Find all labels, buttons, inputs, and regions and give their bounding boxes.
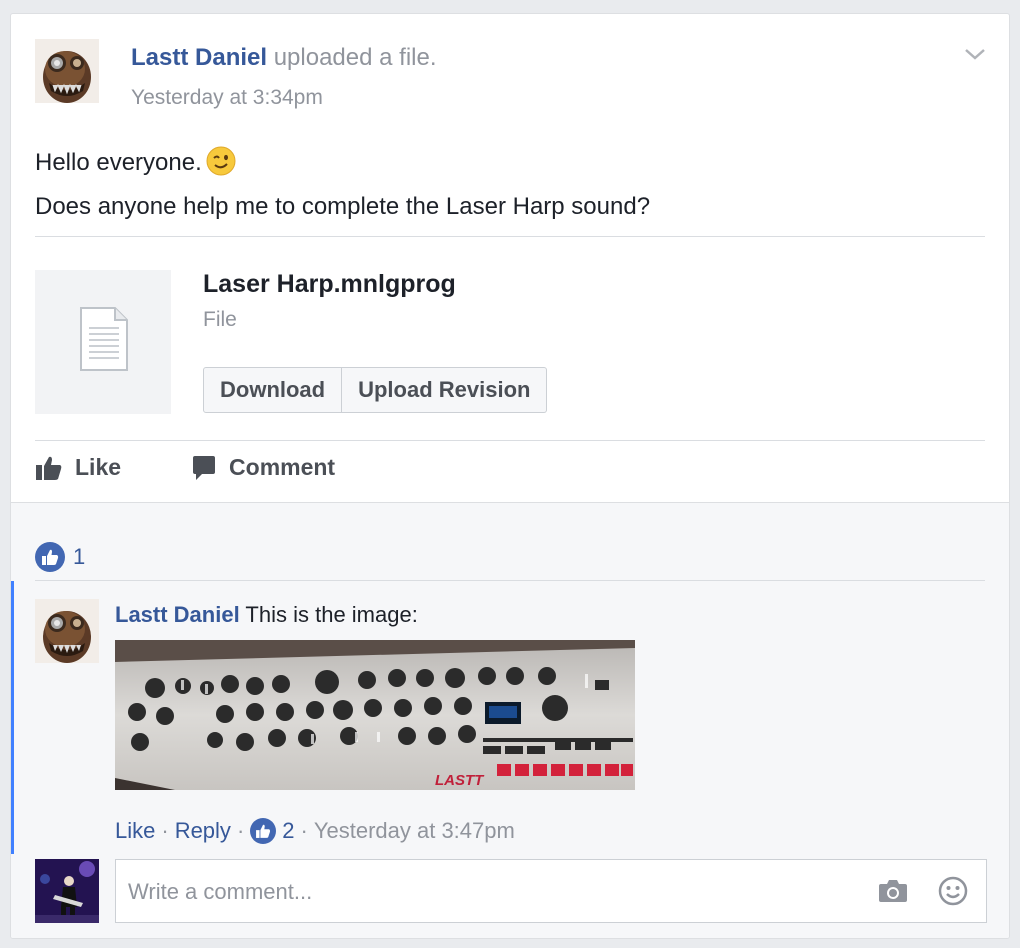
- comment-bubble-icon: [193, 455, 216, 480]
- post-text-line2: Does anyone help me to complete the Lase…: [35, 193, 651, 220]
- post-text: Hello everyone. Does anyone help me to c…: [35, 144, 650, 226]
- meta-separator: ·: [300, 818, 308, 843]
- comment-like-link[interactable]: Like: [115, 818, 155, 844]
- wink-emoji-icon: [206, 146, 236, 188]
- comment-author-name[interactable]: Lastt Daniel: [115, 602, 240, 627]
- like-reaction-icon: [250, 818, 277, 844]
- post-text-line1: Hello everyone.: [35, 149, 202, 176]
- comment-meta: Like · Reply · 2 · Yesterday at 3:47pm: [115, 818, 515, 844]
- post-actions: Like Comment: [35, 454, 335, 481]
- post-header: Lastt Daniel uploaded a file.: [131, 44, 437, 72]
- comment-author-avatar[interactable]: [35, 599, 99, 663]
- comment-highlight-bar: [11, 581, 14, 854]
- comments-divider: [35, 580, 985, 581]
- current-user-avatar[interactable]: [35, 859, 99, 923]
- comment-composer: [115, 859, 987, 924]
- comment-body: Lastt Daniel This is the image:: [115, 602, 418, 628]
- file-type: File: [203, 308, 237, 331]
- download-button[interactable]: Download: [203, 367, 343, 413]
- like-button[interactable]: Like: [35, 454, 121, 481]
- chevron-down-icon[interactable]: [963, 44, 987, 64]
- meta-separator: ·: [161, 818, 169, 843]
- actions-divider: [35, 440, 985, 441]
- comment-image-watermark: LASTT: [435, 772, 485, 789]
- post-card: Lastt Daniel uploaded a file. Yesterday …: [10, 13, 1010, 939]
- reactions-summary[interactable]: 1: [35, 542, 85, 572]
- comment-label: Comment: [229, 454, 336, 480]
- like-reaction-icon: [35, 542, 65, 572]
- file-button-group: Download Upload Revision: [203, 367, 548, 413]
- thumbs-up-icon: [36, 456, 62, 480]
- file-name[interactable]: Laser Harp.mnlgprog: [203, 270, 456, 299]
- smile-icon[interactable]: [938, 876, 968, 911]
- comment-like-count[interactable]: 2: [282, 818, 294, 844]
- upload-revision-button[interactable]: Upload Revision: [342, 367, 548, 413]
- meta-separator: ·: [236, 818, 245, 843]
- post-timestamp[interactable]: Yesterday at 3:34pm: [131, 86, 323, 110]
- comment-input[interactable]: [126, 860, 830, 924]
- comment-reply-link[interactable]: Reply: [175, 818, 231, 844]
- comment-image-synth[interactable]: LASTT: [115, 640, 635, 790]
- file-icon: [80, 307, 128, 371]
- post-divider: [35, 236, 985, 237]
- post-action-text: uploaded a file.: [273, 44, 437, 71]
- author-avatar[interactable]: [35, 39, 99, 103]
- author-name[interactable]: Lastt Daniel: [131, 44, 267, 71]
- camera-icon[interactable]: [878, 878, 908, 909]
- comment-timestamp[interactable]: Yesterday at 3:47pm: [314, 818, 515, 844]
- comment-text: This is the image:: [245, 602, 418, 627]
- like-count: 1: [73, 544, 86, 569]
- file-thumbnail[interactable]: [35, 270, 171, 414]
- like-label: Like: [75, 454, 122, 480]
- comment-button[interactable]: Comment: [191, 454, 335, 481]
